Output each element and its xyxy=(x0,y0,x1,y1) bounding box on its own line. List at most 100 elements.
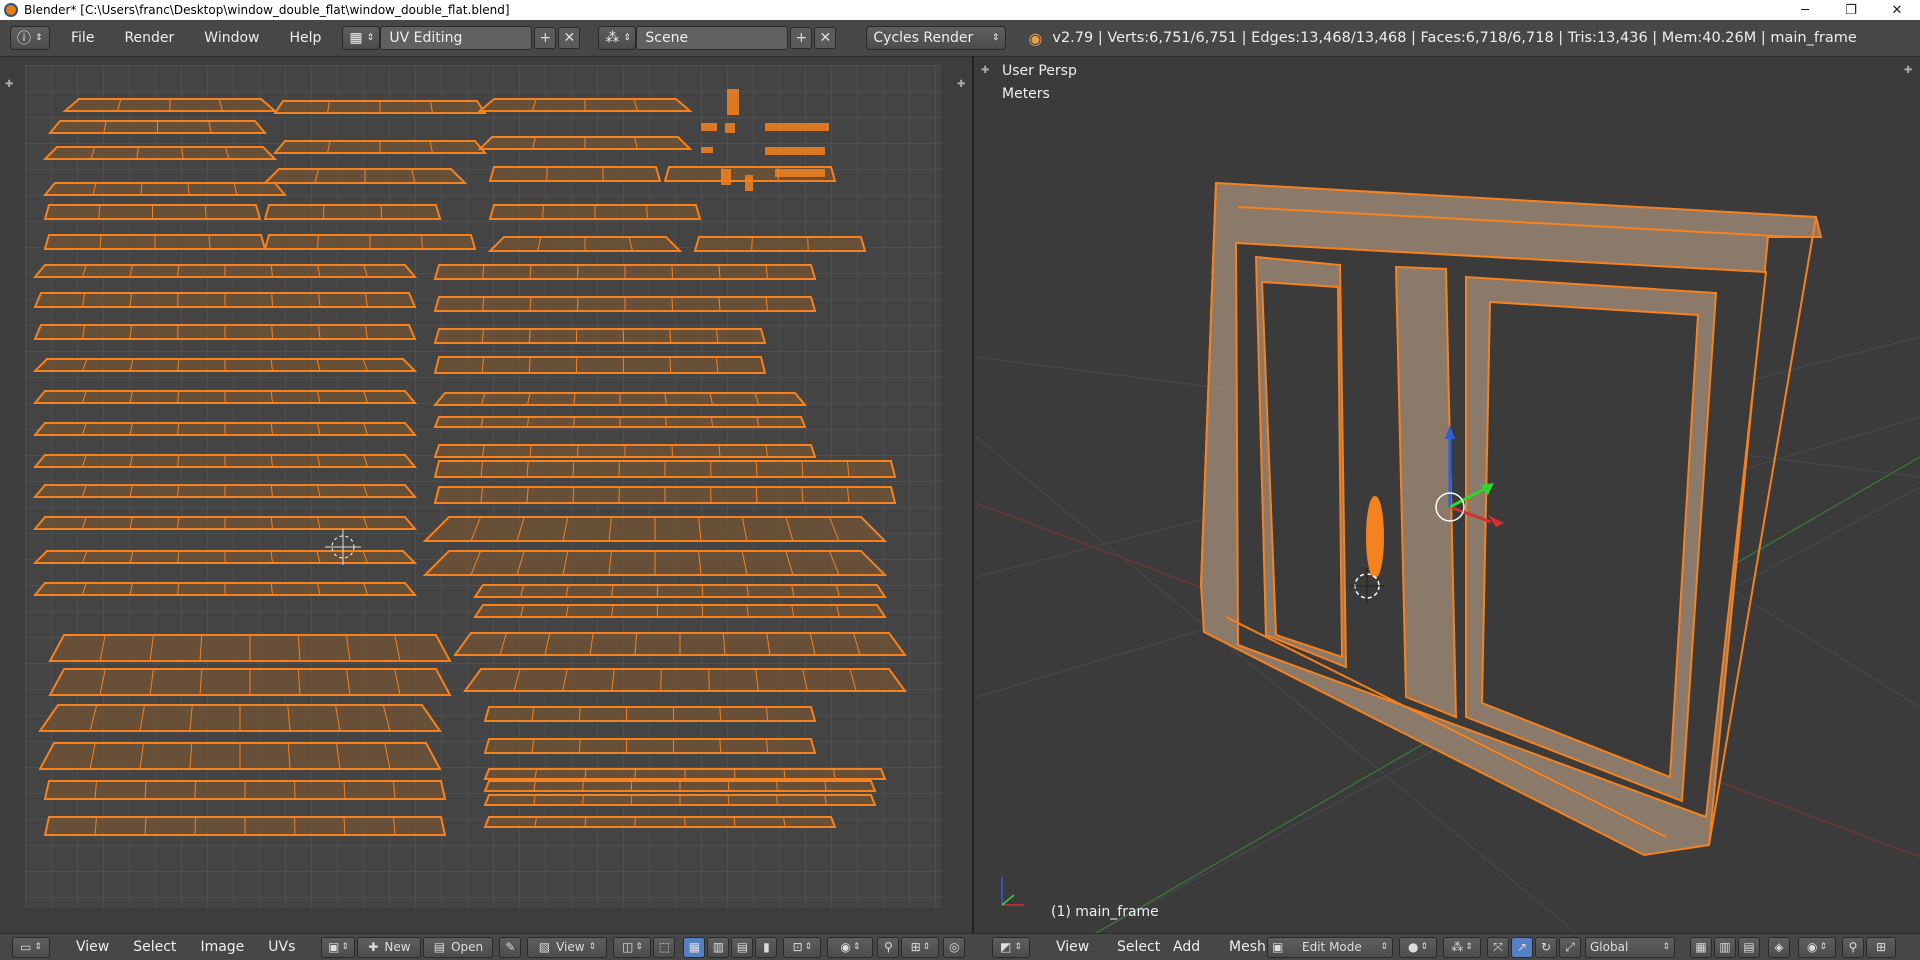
rotate-manipulator-icon[interactable]: ↻ xyxy=(1535,936,1557,958)
updown-icon: ⇕ xyxy=(1819,942,1828,952)
3d-viewport[interactable]: ✚ ✚ User Persp Meters (1) main_frame xyxy=(976,57,1920,933)
uv-edge xyxy=(194,780,196,800)
sync-selection-icon[interactable]: ⬚ xyxy=(653,936,676,958)
scene-field[interactable]: Scene xyxy=(636,26,789,50)
view-mode-icon: ▧ xyxy=(538,940,551,954)
3d-view-icon: ◩ xyxy=(1000,940,1012,954)
uv-island[interactable] xyxy=(727,89,739,115)
add-screen-button[interactable]: + xyxy=(534,27,557,49)
view-axis-widget-icon xyxy=(1001,877,1024,906)
viewport-shading-dropdown[interactable]: ● ⇕ xyxy=(1399,936,1437,958)
uv-grid-canvas[interactable] xyxy=(25,65,941,908)
updown-icon: ⇕ xyxy=(1662,942,1670,952)
uv-island[interactable] xyxy=(701,147,713,153)
manipulator-toggle-icon[interactable]: ⤧ xyxy=(1487,936,1509,958)
uv-image-editor[interactable]: ✚ ✚ xyxy=(0,57,974,933)
uv-island[interactable] xyxy=(483,816,837,828)
proportional-editing-dropdown[interactable]: ◉ ⇕ xyxy=(1798,936,1836,958)
scene-selector[interactable]: ⁂ ⇕ xyxy=(598,26,637,50)
properties-toggle-icon[interactable]: ✚ xyxy=(957,79,965,90)
scene-name: Scene xyxy=(645,30,689,46)
snap-target-dropdown[interactable]: ⊞ xyxy=(1866,936,1896,958)
snap-element-dropdown[interactable]: ⊞ ⇕ xyxy=(901,936,940,958)
new-image-button[interactable]: ✚ New xyxy=(357,936,422,958)
editor-type-info-button[interactable]: ⓘ ⇕ xyxy=(10,26,50,50)
uv-menu-select[interactable]: Select xyxy=(121,939,188,955)
view-mode-dropdown[interactable]: ▧ View ⇕ xyxy=(527,936,608,958)
remove-screen-button[interactable]: ✕ xyxy=(558,27,581,49)
close-button[interactable]: ✕ xyxy=(1874,3,1920,18)
menu-render[interactable]: Render xyxy=(109,30,189,46)
remove-scene-button[interactable]: ✕ xyxy=(814,27,837,49)
menu-help[interactable]: Help xyxy=(274,30,336,46)
uv-island[interactable] xyxy=(42,146,278,160)
updown-icon: ⇕ xyxy=(635,942,643,952)
occlude-geometry-icon[interactable]: ◈ xyxy=(1768,936,1790,958)
minimize-button[interactable]: ─ xyxy=(1782,3,1828,18)
uv-edge xyxy=(671,296,673,312)
face-select-mode-icon[interactable]: ▤ xyxy=(1738,936,1760,958)
pivot-point-dropdown[interactable]: ⁂ ⇕ xyxy=(1443,936,1481,958)
menu-window[interactable]: Window xyxy=(189,30,274,46)
transform-orientation-dropdown[interactable]: Global ⇕ xyxy=(1585,936,1675,958)
vertex-select-mode-icon[interactable]: ▦ xyxy=(1690,936,1712,958)
pivot-icon: ◫ xyxy=(621,940,634,954)
uv-island[interactable] xyxy=(725,123,735,133)
uv-island[interactable] xyxy=(488,166,662,182)
menu-file[interactable]: File xyxy=(56,30,109,46)
uv-islands xyxy=(32,89,907,836)
render-engine-dropdown[interactable]: Cycles Render ⇕ xyxy=(866,26,1007,50)
uv-island[interactable] xyxy=(433,356,767,374)
uv-menu-uvs[interactable]: UVs xyxy=(256,939,307,955)
uv-island[interactable] xyxy=(765,123,829,131)
uv-menu-image[interactable]: Image xyxy=(188,939,256,955)
uv-island[interactable] xyxy=(483,738,817,754)
uv-edge xyxy=(546,166,548,182)
scale-manipulator-icon[interactable]: ⤢ xyxy=(1559,936,1581,958)
uv-island[interactable] xyxy=(765,147,825,155)
uv-island[interactable] xyxy=(775,169,825,177)
uv-island[interactable] xyxy=(42,182,288,196)
add-scene-button[interactable]: + xyxy=(790,27,813,49)
x-icon: ✕ xyxy=(563,30,576,46)
uv-island[interactable] xyxy=(263,204,442,220)
face-select-icon[interactable]: ▤ xyxy=(731,936,754,958)
toolshelf-toggle-icon[interactable]: ✚ xyxy=(5,79,13,90)
folder-icon: ▤ xyxy=(433,940,446,954)
uv-island[interactable] xyxy=(433,328,767,344)
uv-island[interactable] xyxy=(693,236,867,252)
3d-menu-add[interactable]: Add xyxy=(1161,939,1212,955)
uv-island[interactable] xyxy=(463,668,907,692)
uv-island[interactable] xyxy=(473,604,887,618)
sticky-mode-dropdown[interactable]: ⊡ ⇕ xyxy=(783,936,822,958)
uv-island[interactable] xyxy=(473,584,887,598)
island-select-icon[interactable]: ▮ xyxy=(755,936,778,958)
pin-icon[interactable]: ✎ xyxy=(499,936,522,958)
uv-menu-view[interactable]: View xyxy=(64,939,121,955)
screen-layout-selector[interactable]: ▦ ⇕ xyxy=(342,26,381,50)
render-slot-icon[interactable]: ◎ xyxy=(943,936,966,958)
vertex-select-icon[interactable]: ▦ xyxy=(683,936,706,958)
editors-footer: ▭ ⇕ View Select Image UVs ▣ ⇕ ✚ New ▤ Open ✎… xyxy=(0,933,1920,960)
uv-island[interactable] xyxy=(701,123,717,131)
screen-layout-field[interactable]: UV Editing xyxy=(380,26,533,50)
editor-type-3d-button[interactable]: ◩ ⇕ xyxy=(992,936,1030,958)
edge-select-mode-icon[interactable]: ▥ xyxy=(1714,936,1736,958)
3d-menu-view[interactable]: View xyxy=(1044,939,1101,955)
pivot-dropdown[interactable]: ◫ ⇕ xyxy=(613,936,652,958)
image-browse-button[interactable]: ▣ ⇕ xyxy=(321,936,356,958)
snap-icon[interactable]: ⚲ xyxy=(1842,936,1864,958)
proportional-edit-dropdown[interactable]: ◉ ⇕ xyxy=(827,936,874,958)
uv-island[interactable] xyxy=(483,706,817,722)
edge-select-icon[interactable]: ▥ xyxy=(707,936,730,958)
uv-island[interactable] xyxy=(721,169,731,185)
maximize-button[interactable]: ❐ xyxy=(1828,3,1874,18)
uv-edge xyxy=(665,416,667,428)
snap-toggle-icon[interactable]: ⚲ xyxy=(877,936,900,958)
translate-manipulator-icon[interactable]: ↗ xyxy=(1511,936,1533,958)
editor-type-image-button[interactable]: ▭ ⇕ xyxy=(12,936,50,958)
mode-dropdown[interactable]: ▣ Edit Mode ⇕ xyxy=(1267,936,1393,958)
blender-logo-icon: ◉ xyxy=(1028,28,1043,48)
open-image-button[interactable]: ▤ Open xyxy=(423,936,494,958)
uv-island[interactable] xyxy=(745,175,753,191)
